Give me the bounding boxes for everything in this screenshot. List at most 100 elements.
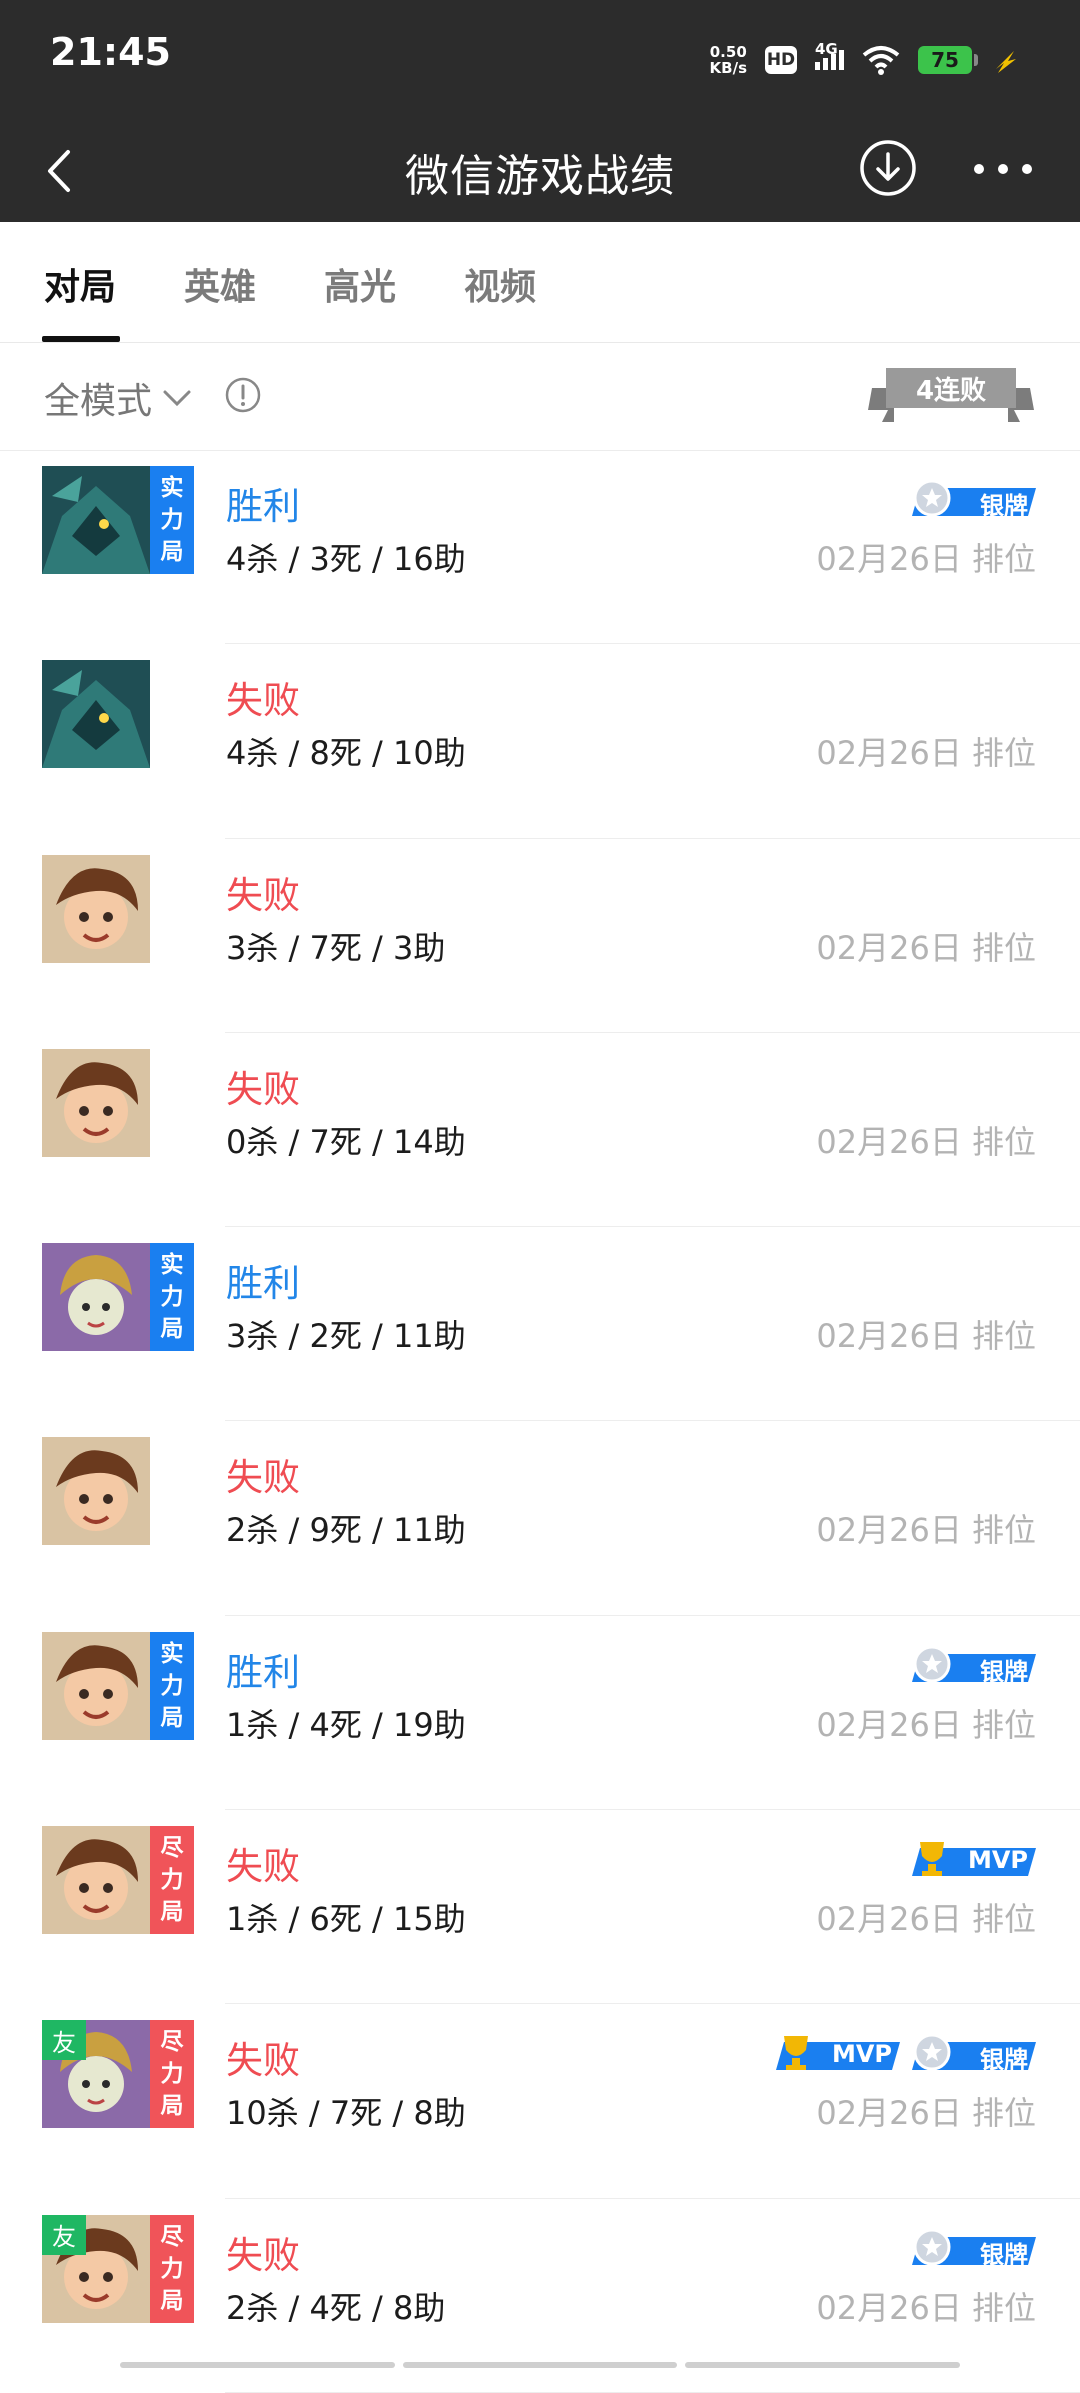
status-bar: 21:45 0.50 KB/s HD 4G 75 <box>0 0 1080 118</box>
hero-avatar[interactable] <box>42 660 194 769</box>
match-result: 失败 <box>226 2233 300 2277</box>
tab-bar: 对局 英雄 高光 视频 <box>0 222 1080 343</box>
match-kda: 4杀 / 8死 / 10助 <box>226 734 466 773</box>
brown-hair-boy-hero-image <box>42 1631 150 1740</box>
silver-medal-badge: 银牌 <box>908 2228 1036 2269</box>
battery-icon: 75 <box>918 46 978 74</box>
wifi-icon <box>862 46 900 75</box>
network-speed: 0.50 KB/s <box>710 44 747 76</box>
match-row[interactable]: 实 力 局 胜利 1杀 / 4死 / 19助 银牌 02月26日 排位 <box>0 1616 1080 1811</box>
match-date: 02月26日 排位 <box>816 540 1036 578</box>
tab-highlights[interactable]: 高光 <box>324 258 396 310</box>
badge-label: MVP <box>967 1846 1028 1875</box>
match-row[interactable]: 失败 3杀 / 7死 / 3助 02月26日 排位 <box>0 839 1080 1033</box>
match-row[interactable]: 失败 4杀 / 8死 / 10助 02月26日 排位 <box>0 644 1080 839</box>
tag-char: 局 <box>160 2287 184 2314</box>
match-result: 失败 <box>226 873 300 917</box>
info-icon[interactable] <box>224 376 262 414</box>
tag-char: 力 <box>160 2061 184 2088</box>
match-kda: 1杀 / 4死 / 19助 <box>226 1705 466 1744</box>
hero-avatar[interactable] <box>42 854 194 963</box>
network-speed-unit: KB/s <box>709 59 747 77</box>
more-icon[interactable] <box>968 154 1038 184</box>
tab-videos[interactable]: 视频 <box>464 258 536 310</box>
home-indicator <box>120 2362 961 2368</box>
hero-avatar[interactable]: 尽 力 局 <box>42 1826 194 1935</box>
match-result: 胜利 <box>226 485 300 528</box>
match-row[interactable]: 尽 力 局 失败 1杀 / 6死 / 15助 MVP 02月26日 排位 <box>0 1810 1080 2005</box>
tab-heroes[interactable]: 英雄 <box>184 258 256 310</box>
losing-streak-ribbon: 4连败 <box>864 360 1038 430</box>
match-result: 失败 <box>226 1845 300 1889</box>
friend-tag: 友 <box>42 2214 86 2255</box>
hd-icon: HD <box>765 46 797 74</box>
mvp-badge: MVP <box>772 2034 900 2074</box>
tag-char: 局 <box>160 539 184 565</box>
mode-dropdown[interactable]: 全模式 <box>44 372 192 424</box>
tag-char: 实 <box>160 1252 184 1279</box>
teal-armored-hero-image <box>42 466 150 574</box>
cell-signal-icon: 4G <box>815 40 844 70</box>
streak-label: 4连败 <box>915 376 987 406</box>
chevron-down-icon <box>163 390 191 407</box>
match-date: 02月26日 排位 <box>816 1900 1036 1939</box>
helmet-girl-hero-image <box>42 1243 150 1352</box>
match-badges: MVP <box>908 1840 1036 1884</box>
match-date: 02月26日 排位 <box>816 928 1036 967</box>
page-title: 微信游戏战绩 <box>405 151 675 202</box>
tag-char: 实 <box>160 475 184 501</box>
tag-char: 尽 <box>160 1835 184 1862</box>
filter-bar: 全模式 4连败 <box>0 342 1080 451</box>
hero-avatar[interactable]: 友 尽 力 局 <box>42 2214 194 2323</box>
strength-match-tag: 实 力 局 <box>150 1243 194 1352</box>
badge-label: 银牌 <box>980 1657 1028 1686</box>
match-result: 胜利 <box>226 1650 300 1694</box>
match-kda: 10杀 / 7死 / 8助 <box>226 2094 466 2133</box>
network-type-label: 4G <box>815 40 838 58</box>
status-icons: 0.50 KB/s HD 4G 75 <box>710 38 1020 82</box>
brown-hair-boy-hero-image <box>42 1826 150 1935</box>
match-row[interactable]: 实 力 局 胜利 4杀 / 3死 / 16助 银牌 02月26日 排位 <box>0 450 1080 645</box>
hero-avatar[interactable] <box>42 1048 194 1157</box>
match-date: 02月26日 排位 <box>816 1122 1036 1161</box>
tag-char: 尽 <box>160 2223 184 2250</box>
nav-bar: 微信游戏战绩 <box>0 118 1080 222</box>
teal-armored-hero-image <box>42 660 150 769</box>
brown-hair-boy-hero-image <box>42 1437 150 1546</box>
match-date: 02月26日 排位 <box>816 734 1036 773</box>
brown-hair-boy-hero-image <box>42 854 150 963</box>
tag-char: 力 <box>160 1284 184 1311</box>
tag-char: 局 <box>160 2093 184 2120</box>
match-row[interactable]: 实 力 局 胜利 3杀 / 2死 / 11助 02月26日 排位 <box>0 1227 1080 1422</box>
tag-char: 力 <box>160 2255 184 2282</box>
match-result: 胜利 <box>226 1262 300 1306</box>
download-icon[interactable] <box>858 138 918 198</box>
hero-avatar[interactable] <box>42 1437 194 1546</box>
match-row[interactable]: 失败 2杀 / 9死 / 11助 02月26日 排位 <box>0 1421 1080 1616</box>
hero-avatar[interactable]: 友 尽 力 局 <box>42 2020 194 2129</box>
tag-char: 力 <box>160 1867 184 1894</box>
match-list: 实 力 局 胜利 4杀 / 3死 / 16助 银牌 02月26日 排位 失败 4… <box>0 450 1080 2393</box>
hero-avatar[interactable]: 实 力 局 <box>42 466 194 574</box>
silver-medal-badge: 银牌 <box>908 480 1036 520</box>
tag-char: 局 <box>160 1316 184 1343</box>
tag-char: 实 <box>160 1640 184 1667</box>
effort-match-tag: 尽 力 局 <box>150 1826 194 1935</box>
match-result: 失败 <box>226 1456 300 1500</box>
match-badges: MVP 银牌 <box>772 2034 1036 2078</box>
match-badges: 银牌 <box>908 480 1036 524</box>
silver-medal-badge: 银牌 <box>908 1645 1036 1686</box>
tag-char: 力 <box>160 507 184 533</box>
tab-matches[interactable]: 对局 <box>44 258 116 310</box>
mode-dropdown-label: 全模式 <box>44 381 153 422</box>
match-kda: 3杀 / 7死 / 3助 <box>226 928 446 967</box>
match-row[interactable]: 失败 0杀 / 7死 / 14助 02月26日 排位 <box>0 1033 1080 1228</box>
match-date: 02月26日 排位 <box>816 2288 1036 2327</box>
match-date: 02月26日 排位 <box>816 1705 1036 1744</box>
match-kda: 1杀 / 6死 / 15助 <box>226 1900 466 1939</box>
hero-avatar[interactable]: 实 力 局 <box>42 1631 194 1740</box>
hero-avatar[interactable]: 实 力 局 <box>42 1243 194 1352</box>
tag-char: 力 <box>160 1672 184 1699</box>
match-row[interactable]: 友 尽 力 局 失败 10杀 / 7死 / 8助 MVP 银牌 02月26日 排位 <box>0 2004 1080 2199</box>
status-time: 21:45 <box>50 30 171 74</box>
